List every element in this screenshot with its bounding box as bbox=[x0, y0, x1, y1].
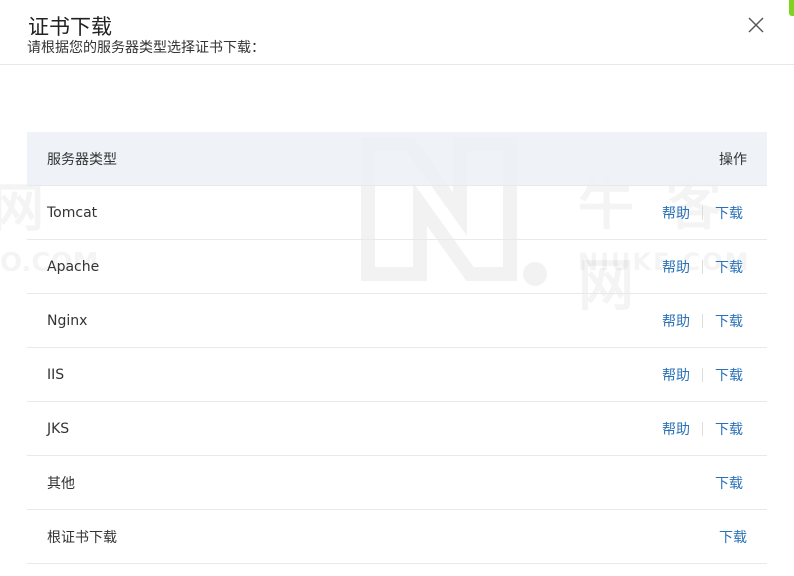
close-icon bbox=[748, 17, 764, 33]
table-header-row: 服务器类型 操作 bbox=[27, 132, 767, 186]
download-link-apache[interactable]: 下载 bbox=[715, 257, 743, 277]
download-link-jks[interactable]: 下载 bbox=[715, 419, 743, 439]
help-link-iis[interactable]: 帮助 bbox=[662, 365, 690, 385]
help-link-apache[interactable]: 帮助 bbox=[662, 257, 690, 277]
server-type-name: Apache bbox=[47, 258, 100, 275]
table-row-apache: Apache 帮助 下载 bbox=[27, 240, 767, 294]
table-row-other: 其他 下载 bbox=[27, 456, 767, 510]
server-type-name: Nginx bbox=[47, 312, 88, 329]
table-row-root-cert: 根证书下载 下载 bbox=[27, 510, 767, 564]
separator bbox=[702, 313, 703, 328]
help-link-nginx[interactable]: 帮助 bbox=[662, 311, 690, 331]
download-link-iis[interactable]: 下载 bbox=[715, 365, 743, 385]
server-type-table: 服务器类型 操作 Tomcat 帮助 下载 Apache 帮助 下载 Nginx… bbox=[27, 132, 767, 564]
separator bbox=[702, 259, 703, 274]
column-header-server-type: 服务器类型 bbox=[47, 151, 117, 168]
table-row-tomcat: Tomcat 帮助 下载 bbox=[27, 186, 767, 240]
help-link-tomcat[interactable]: 帮助 bbox=[662, 203, 690, 223]
column-header-operations: 操作 bbox=[719, 151, 747, 168]
separator bbox=[702, 205, 703, 220]
separator bbox=[702, 367, 703, 382]
download-link-root-cert[interactable]: 下载 bbox=[719, 527, 747, 547]
separator bbox=[702, 421, 703, 436]
server-type-name: Tomcat bbox=[47, 204, 98, 221]
server-type-name: 根证书下载 bbox=[47, 529, 117, 546]
download-link-other[interactable]: 下载 bbox=[715, 473, 743, 493]
table-row-iis: IIS 帮助 下载 bbox=[27, 348, 767, 402]
server-type-name: JKS bbox=[47, 420, 70, 437]
download-link-nginx[interactable]: 下载 bbox=[715, 311, 743, 331]
help-link-jks[interactable]: 帮助 bbox=[662, 419, 690, 439]
server-type-name: 其他 bbox=[47, 475, 75, 492]
instruction-text: 请根据您的服务器类型选择证书下载： bbox=[27, 40, 265, 56]
server-type-name: IIS bbox=[47, 366, 65, 383]
table-row-jks: JKS 帮助 下载 bbox=[27, 402, 767, 456]
close-button[interactable] bbox=[746, 15, 766, 35]
table-row-nginx: Nginx 帮助 下载 bbox=[27, 294, 767, 348]
certificate-download-dialog: 证书下载 请根据您的服务器类型选择证书下载： 网 O.COM 牛 客 网 NIU… bbox=[0, 0, 794, 576]
download-link-tomcat[interactable]: 下载 bbox=[715, 203, 743, 223]
